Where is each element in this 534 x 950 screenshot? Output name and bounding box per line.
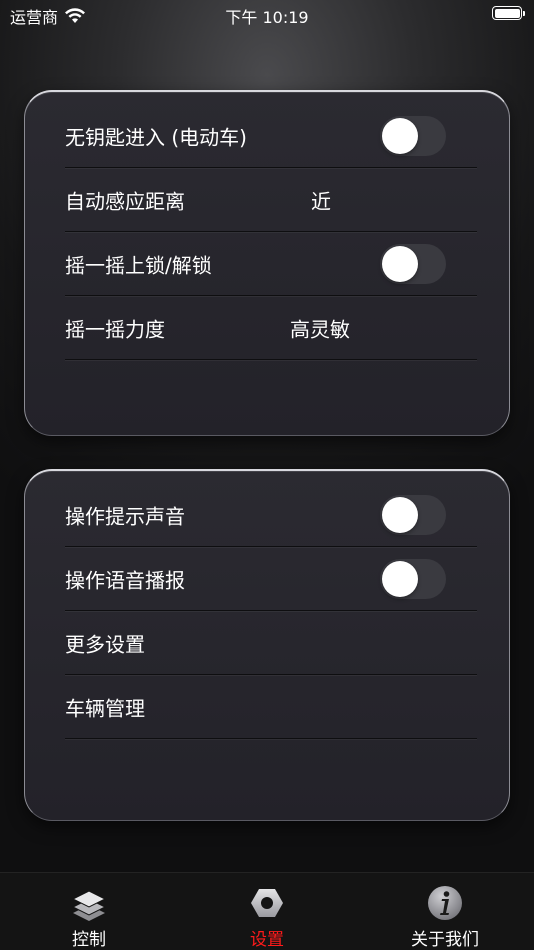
row-shake-lock: 摇一摇上锁/解锁 xyxy=(65,232,477,296)
row-more-settings[interactable]: 更多设置 xyxy=(65,611,477,675)
keyless-entry-label: 无钥匙进入 (电动车) xyxy=(65,125,247,149)
row-voice-announcement: 操作语音播报 xyxy=(65,547,477,611)
operation-sound-label: 操作提示声音 xyxy=(65,504,185,528)
settings-panel-general: 操作提示声音 操作语音播报 更多设置 车辆管理 xyxy=(24,469,510,821)
shake-lock-toggle[interactable] xyxy=(380,243,446,284)
toggle-knob xyxy=(382,117,418,154)
row-shake-strength[interactable]: 摇一摇力度 高灵敏 xyxy=(65,296,477,360)
battery-fill xyxy=(494,8,520,18)
tab-bar: 控制 设置 关于我们 xyxy=(0,872,534,950)
battery-icon xyxy=(492,6,525,20)
sensing-distance-label: 自动感应距离 xyxy=(65,189,185,213)
tab-control-label: 控制 xyxy=(72,930,106,950)
status-bar: 运营商 下午 10:19 xyxy=(0,0,534,28)
row-keyless-entry: 无钥匙进入 (电动车) xyxy=(65,104,477,168)
toggle-knob xyxy=(382,496,418,533)
shake-lock-label: 摇一摇上锁/解锁 xyxy=(65,253,212,277)
more-settings-label: 更多设置 xyxy=(65,632,145,656)
tab-about[interactable]: 关于我们 xyxy=(356,873,534,950)
settings-panel-unlock: 无钥匙进入 (电动车) 自动感应距离 近 摇一摇上锁/解锁 摇一摇力度 高灵敏 xyxy=(24,90,510,436)
shake-strength-value[interactable]: 高灵敏 xyxy=(290,313,350,342)
keyless-entry-toggle[interactable] xyxy=(380,115,446,156)
layers-icon xyxy=(71,890,107,921)
hexagon-gear-icon xyxy=(251,889,283,917)
row-operation-sound: 操作提示声音 xyxy=(65,483,477,547)
tab-control[interactable]: 控制 xyxy=(0,873,178,950)
toggle-knob xyxy=(382,560,418,597)
vehicle-management-label: 车辆管理 xyxy=(65,696,145,720)
status-time: 下午 10:19 xyxy=(225,8,309,27)
row-sensing-distance[interactable]: 自动感应距离 近 xyxy=(65,168,477,232)
tab-settings-label: 设置 xyxy=(250,930,284,950)
shake-strength-label: 摇一摇力度 xyxy=(65,317,165,341)
toggle-knob xyxy=(382,245,418,282)
info-icon xyxy=(428,886,462,920)
tab-about-label: 关于我们 xyxy=(411,930,479,950)
voice-announcement-toggle[interactable] xyxy=(380,558,446,599)
tab-settings[interactable]: 设置 xyxy=(178,873,356,950)
voice-announcement-label: 操作语音播报 xyxy=(65,568,185,592)
status-right xyxy=(492,6,525,20)
row-vehicle-management[interactable]: 车辆管理 xyxy=(65,675,477,739)
operation-sound-toggle[interactable] xyxy=(380,494,446,535)
sensing-distance-value[interactable]: 近 xyxy=(311,185,331,214)
